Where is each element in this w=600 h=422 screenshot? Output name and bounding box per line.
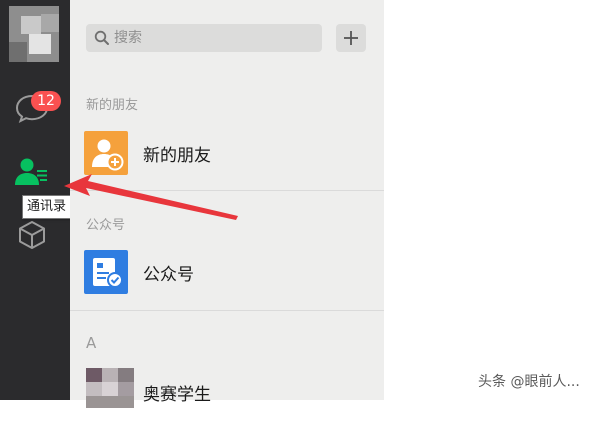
annotation-arrow	[64, 174, 238, 220]
watermark: 头条 @眼前人...	[478, 374, 580, 390]
